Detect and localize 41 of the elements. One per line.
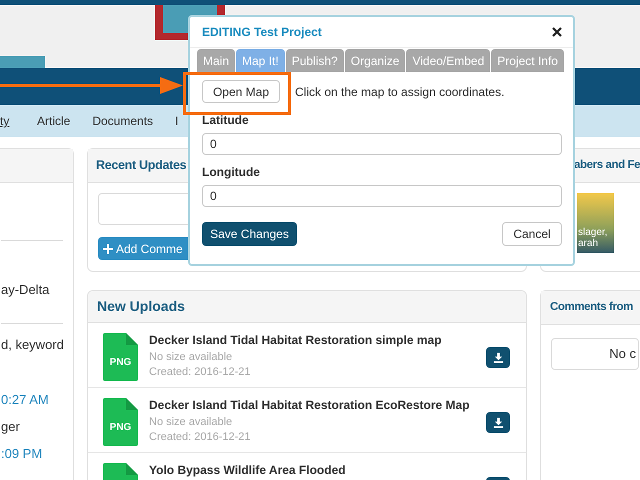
download-icon (492, 417, 504, 428)
open-map-button[interactable]: Open Map (202, 80, 280, 103)
download-button[interactable] (486, 412, 510, 433)
info-text: d, keyword (1, 336, 65, 353)
field-label: Latitude (202, 112, 250, 128)
field-label: Longitude (202, 164, 261, 180)
card-title: Comments from (550, 300, 633, 315)
hint-text: Click on the map to assign coordinates. (295, 84, 504, 100)
timestamp-link[interactable]: 0:27 AM (1, 391, 73, 408)
info-text: ay-Delta (1, 281, 50, 298)
file-title[interactable]: Yolo Bypass Wildlife Area Flooded (149, 463, 486, 478)
dialog-title: EDITING Test Project (202, 24, 322, 41)
nav-link[interactable]: Article (37, 112, 70, 130)
coordinate-input[interactable]: 0 (202, 185, 562, 207)
close-icon[interactable] (552, 27, 562, 37)
member-photo[interactable]: slager, arah (577, 193, 614, 253)
card-title: New Uploads (97, 297, 185, 316)
png-file-icon: PNG (103, 333, 138, 381)
nav-link[interactable]: ty (0, 112, 37, 130)
member-name: slager, (578, 227, 608, 238)
info-text: ger (1, 418, 21, 435)
plus-icon (103, 244, 113, 254)
timestamp-link[interactable]: :09 PM (1, 445, 73, 462)
empty-comments-message: No c (551, 338, 639, 370)
coordinate-input[interactable]: 0 (202, 133, 562, 155)
cancel-button[interactable]: Cancel (502, 222, 562, 246)
file-size: No size available (149, 415, 234, 430)
file-created-date: Created: 2016-12-21 (149, 365, 252, 379)
card-title: abers and Fe (574, 158, 640, 173)
download-button[interactable] (486, 347, 510, 368)
download-icon (492, 352, 504, 363)
file-title[interactable]: Decker Island Tidal Habitat Restoration simple map (149, 333, 486, 348)
nav-link[interactable]: Documents (92, 112, 154, 130)
file-created-date: Created: 2016-12-21 (149, 430, 252, 444)
card-title: Recent Updates (96, 157, 186, 174)
nav-link[interactable]: I (175, 112, 178, 130)
png-file-icon: PNG (103, 398, 138, 446)
member-name: arah (578, 238, 600, 249)
file-title[interactable]: Decker Island Tidal Habitat Restoration EcoRestore Map (149, 398, 486, 413)
file-size: No size available (149, 350, 234, 365)
save-changes-button[interactable]: Save Changes (202, 222, 297, 246)
